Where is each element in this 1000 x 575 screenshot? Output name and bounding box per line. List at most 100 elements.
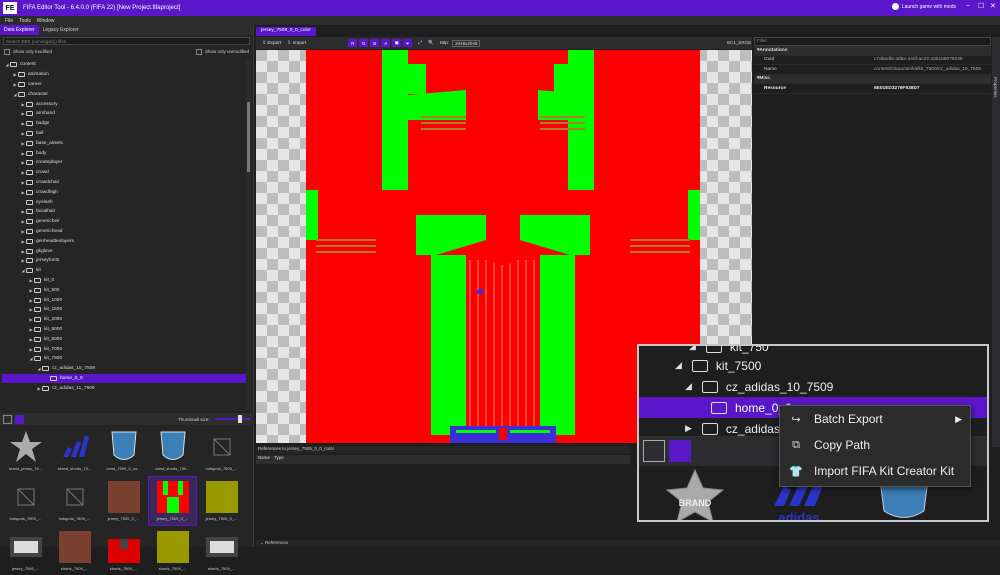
channel-a-toggle[interactable]: A (381, 39, 391, 47)
tree-item[interactable]: ◢ character (2, 89, 246, 99)
list-view-button[interactable] (643, 440, 665, 462)
thumbnail-item[interactable]: shorts_7509_... (198, 527, 245, 575)
properties-filter-input[interactable]: Filter (754, 37, 991, 46)
show-unmodified-checkbox[interactable]: Show only unmodified (195, 48, 249, 55)
tree-item[interactable]: ▶ crowdchair (2, 178, 246, 188)
import-kit-creator-menu-item[interactable]: 👕 Import FIFA Kit Creator Kit (780, 458, 970, 484)
tree-item[interactable]: ▶ crowd (2, 168, 246, 178)
tree-item[interactable]: ▶ generichead (2, 227, 246, 237)
tree-item[interactable]: ▶ jerseyfonts (2, 256, 246, 266)
menu-window[interactable]: Window (37, 18, 55, 24)
property-row-guid[interactable]: Guid c7abadfe-3d5e-440f-ac22-435168078345 (754, 56, 991, 65)
fit-icon[interactable]: ⤢ (418, 40, 422, 46)
tree-item[interactable]: home_0_0 (2, 373, 246, 384)
launch-game-button[interactable]: Launch game with mods (891, 3, 956, 10)
tree-item[interactable]: ▶ cz_adidas_11_7509 (2, 383, 246, 393)
show-modified-checkbox[interactable]: Show only modified (4, 48, 52, 55)
property-row-name[interactable]: Name content/character/kit/kit_7500/cz_ad… (754, 65, 991, 75)
folder-icon (18, 81, 25, 87)
menu-tools[interactable]: Tools (19, 18, 31, 24)
tree-item[interactable]: ▶ genericheir (2, 217, 246, 227)
batch-export-menu-item[interactable]: ↪ Batch Export ▶ (780, 406, 970, 432)
tree-item[interactable]: eyelash (2, 197, 246, 207)
import-button[interactable]: ⇩ Import (287, 41, 306, 46)
thumbnail-item[interactable]: shorts_7509_... (100, 527, 147, 575)
tree-item[interactable]: ▶ kit_1500 (2, 305, 246, 315)
tree-item[interactable]: ▶ gkglove (2, 246, 246, 256)
mip-select[interactable]: 2048x2048 (452, 39, 481, 47)
tree-item[interactable]: ◢ cz_adidas_10_7509 (2, 364, 246, 374)
minimize-button[interactable]: – (966, 2, 970, 9)
tree-item[interactable]: ▶ ball (2, 129, 246, 139)
tree-item[interactable]: ▶ kit_0 (2, 276, 246, 286)
thumbnail-size-slider[interactable] (215, 415, 250, 423)
tree-item[interactable]: ▶ kit_5000 (2, 325, 246, 335)
menu-bar: File Tools Window (0, 16, 1000, 25)
slider-knob[interactable] (238, 415, 242, 423)
image-icon[interactable]: ▣ (392, 39, 402, 47)
properties-side-tab[interactable]: Properties (992, 37, 1000, 447)
tree-item[interactable]: ▶ kit_500 (2, 285, 246, 295)
filter-icon[interactable]: ⏷ (403, 39, 413, 47)
thumbnail-item[interactable]: shorts_7509_... (149, 527, 196, 575)
chevron-icon: ◢ (689, 344, 696, 351)
close-button[interactable]: ✕ (990, 2, 996, 10)
section-misc[interactable]: ▾ Misc (754, 74, 991, 84)
tree-item[interactable]: ▶ createplayer (2, 158, 246, 168)
channel-g-toggle[interactable]: G (359, 39, 369, 47)
thumbnail-item[interactable]: brand_jersey_75... (2, 427, 49, 475)
editor-tab[interactable]: jersey_7509_0_0_color (256, 27, 316, 36)
column-type[interactable]: Type (274, 455, 284, 464)
tree-item[interactable]: ▶ kit_2000 (2, 315, 246, 325)
maximize-button[interactable]: ☐ (978, 2, 984, 10)
tree-item[interactable]: ▶ body (2, 148, 246, 158)
zoom-tree-row[interactable]: ◢ kit_7500 (639, 355, 987, 376)
grid-view-button[interactable] (669, 440, 691, 462)
scroll-thumb[interactable] (247, 102, 250, 172)
tab-data-explorer[interactable]: Data Explorer (0, 25, 39, 35)
tree-item[interactable]: ◢ kit (2, 266, 246, 276)
channel-b-toggle[interactable]: B (370, 39, 380, 47)
grid-view-button[interactable] (15, 414, 24, 424)
tree-item[interactable]: ▶ badge (2, 119, 246, 129)
tree-item[interactable]: ▶ facialhair (2, 207, 246, 217)
list-view-button[interactable] (3, 414, 12, 424)
thumbnail-item[interactable]: brand_shorts_75... (51, 427, 98, 475)
zoom-tree-row[interactable]: ◢ cz_adidas_10_7509 (639, 376, 987, 397)
thumbnail-item[interactable]: shorts_7509_... (51, 527, 98, 575)
tree-item[interactable]: ▶ accessory (2, 99, 246, 109)
tab-legacy-explorer[interactable]: Legacy Explorer (39, 25, 83, 35)
thumbnail-item[interactable]: jersey_7509_0_... (100, 477, 147, 525)
thumbnail-item[interactable]: hotspots_7509_... (198, 427, 245, 475)
thumbnail-item[interactable]: crest_7509_0_co... (100, 427, 147, 475)
tree-scrollbar[interactable] (246, 60, 251, 410)
zoom-icon[interactable]: 🔍 (428, 41, 434, 46)
tree-item[interactable]: ▶ career (2, 80, 246, 90)
folder-icon (42, 385, 49, 391)
thumbnail-item[interactable]: jersey_7509_0_... (198, 477, 245, 525)
export-button[interactable]: ⇪ Export (262, 41, 281, 46)
explorer-search-input[interactable]: Search EBX (non-legacy) files (3, 37, 250, 45)
section-annotations[interactable]: ▾ Annotations (754, 46, 991, 56)
column-name[interactable]: Name (258, 455, 270, 464)
channel-r-toggle[interactable]: R (348, 39, 358, 47)
tree-item[interactable]: ▶ genheadtexlayers (2, 236, 246, 246)
thumbnail-item[interactable]: crest_shorts_750... (149, 427, 196, 475)
copy-path-menu-item[interactable]: ⧉ Copy Path (780, 432, 970, 458)
tree-item[interactable]: ▶ kit_1000 (2, 295, 246, 305)
tree-item[interactable]: ▶ armband (2, 109, 246, 119)
tree-item[interactable]: ▶ base_assets (2, 138, 246, 148)
property-row-resource[interactable]: Resource 6E01ED3276F538D7 (754, 84, 991, 94)
tree-item[interactable]: ▶ animation (2, 70, 246, 80)
tree-item[interactable]: ▶ kit_6000 (2, 334, 246, 344)
thumbnail-item[interactable]: jersey_7509_0_... (148, 476, 197, 526)
tree-item[interactable]: ▶ kit_7000 (2, 344, 246, 354)
tree-item[interactable]: ◢ content (2, 60, 246, 70)
references-collapse-bar[interactable]: ⌄ References (256, 540, 1000, 547)
thumbnail-item[interactable]: jersey_7509_... (2, 527, 49, 575)
thumbnail-item[interactable]: hotspots_7509_... (51, 477, 98, 525)
menu-file[interactable]: File (5, 18, 13, 24)
tree-item[interactable]: ▶ crowdhigh (2, 187, 246, 197)
tree-item[interactable]: ◢ kit_7500 (2, 354, 246, 364)
thumbnail-item[interactable]: hotspots_7509_... (2, 477, 49, 525)
